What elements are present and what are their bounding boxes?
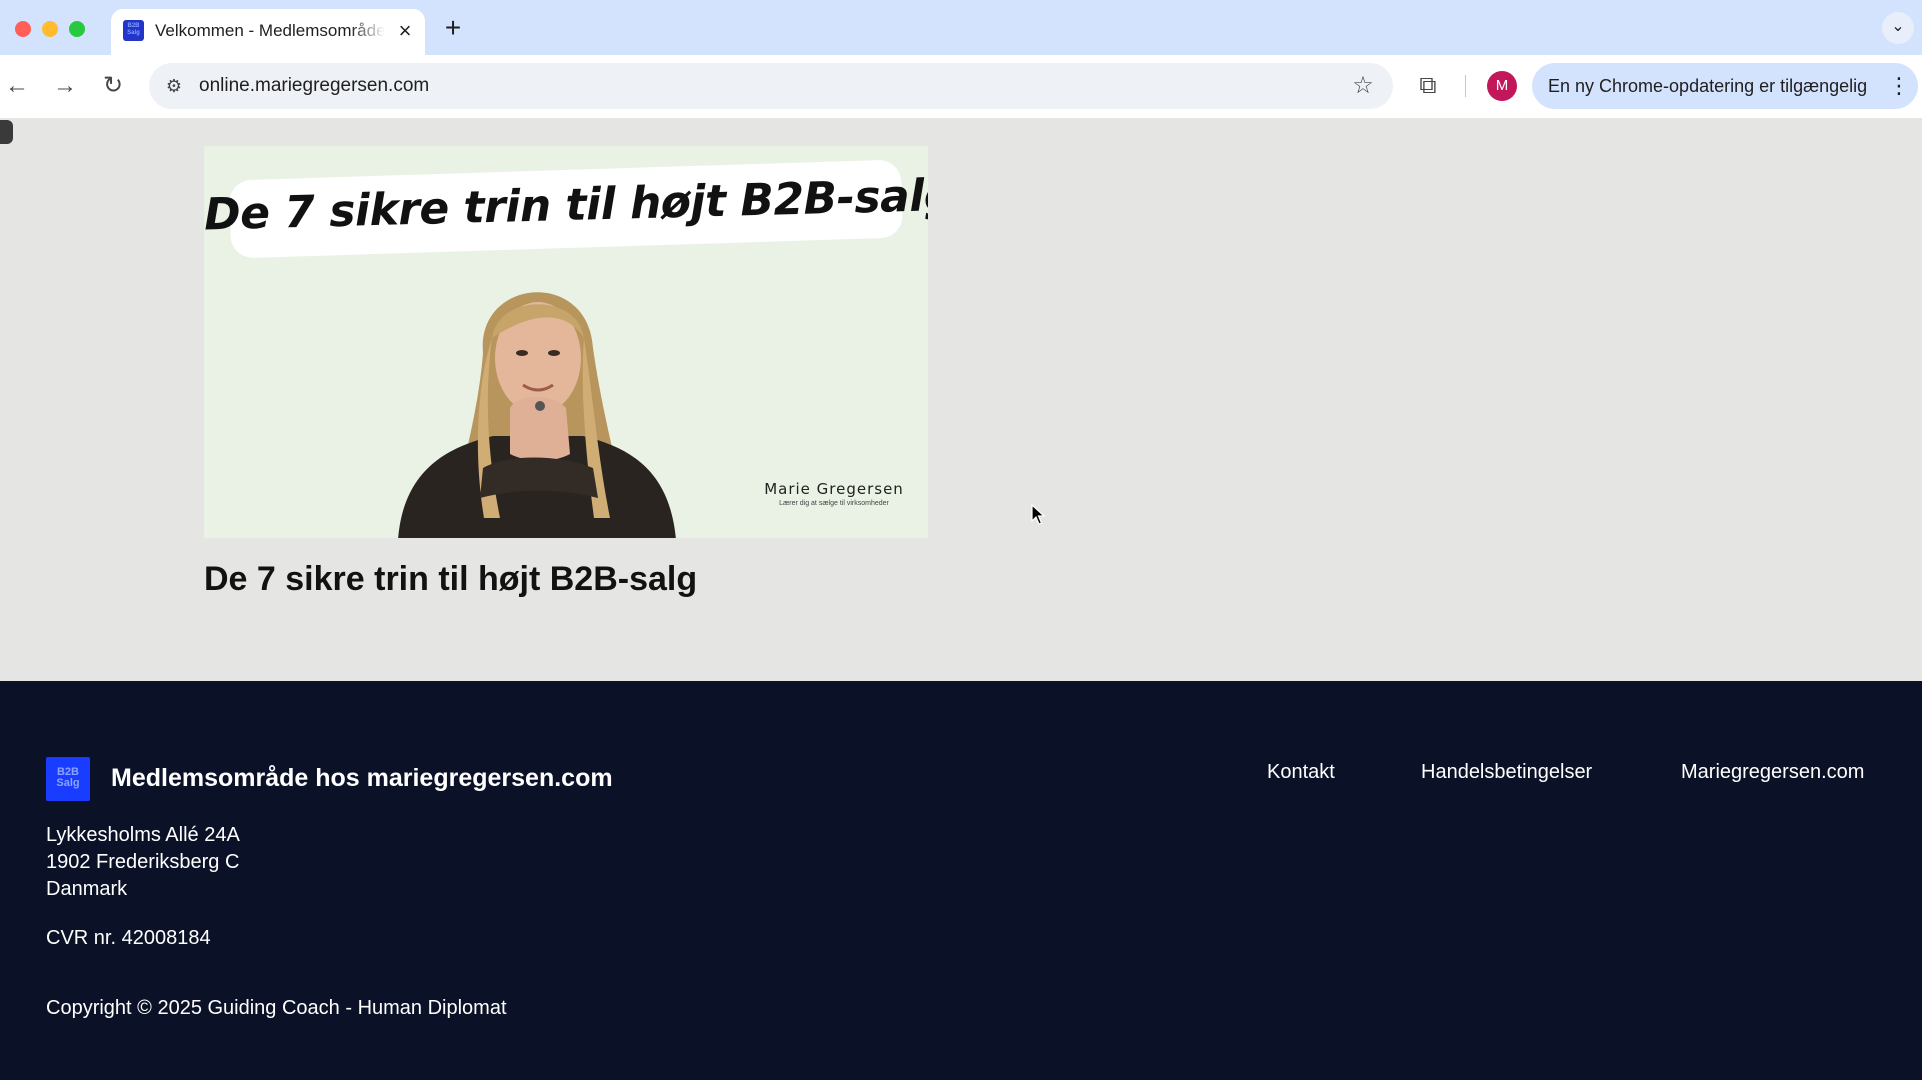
extensions-icon[interactable]: ⧉ [1413,71,1443,101]
reload-button[interactable]: ↻ [96,69,130,103]
window-minimize-button[interactable] [42,21,58,37]
site-info-icon[interactable]: ⚙ [161,73,187,99]
address-url[interactable]: online.mariegregersen.com [199,75,429,97]
window-zoom-button[interactable] [69,21,85,37]
footer-nav: Kontakt Handelsbetingelser Mariegregerse… [0,761,1922,791]
cvr-number: CVR nr. 42008184 [46,927,211,949]
tab-search-button[interactable]: ⌄ [1882,12,1914,44]
back-button[interactable]: ← [0,69,34,103]
portrait-image [398,292,676,538]
brand-mark: Marie Gregersen Lærer dig at sælge til v… [764,480,904,507]
site-favicon-icon: B2B Salg [123,20,144,41]
mouse-cursor-icon [1031,504,1045,525]
address-street: Lykkesholms Allé 24A [46,824,240,846]
address-country: Danmark [46,878,128,900]
brand-tagline: Lærer dig at sælge til virksomheder [779,500,889,507]
new-tab-button[interactable]: + [437,13,469,45]
course-title-link[interactable]: De 7 sikre trin til højt B2B-salg [204,560,697,599]
bookmark-star-icon[interactable]: ☆ [1349,72,1377,100]
chrome-menu-icon[interactable]: ⋮ [1888,72,1910,100]
update-notice-label: En ny Chrome-opdatering er tilgængelig [1548,76,1868,96]
profile-avatar[interactable]: M [1487,71,1517,101]
footer-link-mariegregersen[interactable]: Mariegregersen.com [1681,761,1864,784]
browser-tab-bar: B2B Salg Velkommen - Medlemsområde × + ⌄ [0,0,1922,55]
site-footer: B2B Salg Medlemsområde hos mariegregersen… [0,681,1922,1080]
forward-button[interactable]: → [48,69,82,103]
copyright-notice: Copyright © 2025 Guiding Coach - Human D… [46,997,507,1019]
brand-name: Marie Gregersen [764,480,904,498]
window-close-button[interactable] [15,21,31,37]
footer-link-handelsbetingelser[interactable]: Handelsbetingelser [1421,761,1592,784]
address-bar[interactable]: ⚙ online.mariegregersen.com ☆ [149,63,1393,109]
chrome-update-button[interactable]: En ny Chrome-opdatering er tilgængelig ⋮ [1532,63,1918,109]
browser-toolbar: ← → ↻ ⚙ online.mariegregersen.com ☆ ⧉ M … [0,55,1922,118]
side-widget-handle[interactable] [0,120,13,144]
address-city: 1902 Frederiksberg C [46,851,240,873]
toolbar-divider [1465,75,1466,97]
footer-link-kontakt[interactable]: Kontakt [1267,761,1335,784]
browser-tab-active[interactable]: B2B Salg Velkommen - Medlemsområde × [111,9,425,55]
tab-close-icon[interactable]: × [392,18,418,44]
tab-title: Velkommen - Medlemsområde [155,21,385,40]
course-thumbnail[interactable]: De 7 sikre trin til højt B2B-salg Marie … [204,146,928,538]
